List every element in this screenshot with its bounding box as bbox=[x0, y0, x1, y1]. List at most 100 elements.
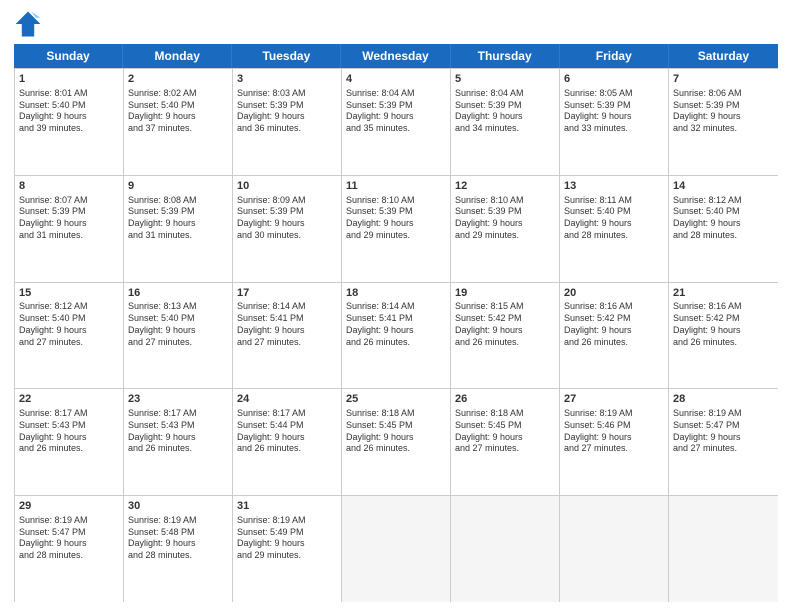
day-info: Sunrise: 8:02 AM Sunset: 5:40 PM Dayligh… bbox=[128, 88, 228, 135]
day-number: 11 bbox=[346, 179, 446, 194]
calendar-row-2: 15Sunrise: 8:12 AM Sunset: 5:40 PM Dayli… bbox=[15, 283, 778, 390]
day-info: Sunrise: 8:05 AM Sunset: 5:39 PM Dayligh… bbox=[564, 88, 664, 135]
day-info: Sunrise: 8:17 AM Sunset: 5:43 PM Dayligh… bbox=[19, 408, 119, 455]
day-info: Sunrise: 8:19 AM Sunset: 5:46 PM Dayligh… bbox=[564, 408, 664, 455]
weekday-header-sunday: Sunday bbox=[14, 44, 123, 68]
calendar-cell-28: 28Sunrise: 8:19 AM Sunset: 5:47 PM Dayli… bbox=[669, 389, 778, 495]
day-info: Sunrise: 8:13 AM Sunset: 5:40 PM Dayligh… bbox=[128, 301, 228, 348]
weekday-header-saturday: Saturday bbox=[669, 44, 778, 68]
calendar-cell-20: 20Sunrise: 8:16 AM Sunset: 5:42 PM Dayli… bbox=[560, 283, 669, 389]
page: SundayMondayTuesdayWednesdayThursdayFrid… bbox=[0, 0, 792, 612]
calendar-cell-23: 23Sunrise: 8:17 AM Sunset: 5:43 PM Dayli… bbox=[124, 389, 233, 495]
day-number: 15 bbox=[19, 286, 119, 301]
day-number: 8 bbox=[19, 179, 119, 194]
weekday-header-thursday: Thursday bbox=[451, 44, 560, 68]
day-info: Sunrise: 8:08 AM Sunset: 5:39 PM Dayligh… bbox=[128, 195, 228, 242]
day-info: Sunrise: 8:10 AM Sunset: 5:39 PM Dayligh… bbox=[346, 195, 446, 242]
calendar-cell-8: 8Sunrise: 8:07 AM Sunset: 5:39 PM Daylig… bbox=[15, 176, 124, 282]
calendar-cell-26: 26Sunrise: 8:18 AM Sunset: 5:45 PM Dayli… bbox=[451, 389, 560, 495]
day-number: 28 bbox=[673, 392, 774, 407]
calendar-cell-18: 18Sunrise: 8:14 AM Sunset: 5:41 PM Dayli… bbox=[342, 283, 451, 389]
day-number: 5 bbox=[455, 72, 555, 87]
day-info: Sunrise: 8:16 AM Sunset: 5:42 PM Dayligh… bbox=[673, 301, 774, 348]
day-info: Sunrise: 8:14 AM Sunset: 5:41 PM Dayligh… bbox=[237, 301, 337, 348]
day-number: 30 bbox=[128, 499, 228, 514]
calendar-cell-27: 27Sunrise: 8:19 AM Sunset: 5:46 PM Dayli… bbox=[560, 389, 669, 495]
day-number: 22 bbox=[19, 392, 119, 407]
day-info: Sunrise: 8:14 AM Sunset: 5:41 PM Dayligh… bbox=[346, 301, 446, 348]
weekday-header-tuesday: Tuesday bbox=[232, 44, 341, 68]
day-number: 21 bbox=[673, 286, 774, 301]
day-number: 19 bbox=[455, 286, 555, 301]
calendar-cell-3: 3Sunrise: 8:03 AM Sunset: 5:39 PM Daylig… bbox=[233, 69, 342, 175]
calendar-row-1: 8Sunrise: 8:07 AM Sunset: 5:39 PM Daylig… bbox=[15, 176, 778, 283]
calendar-row-0: 1Sunrise: 8:01 AM Sunset: 5:40 PM Daylig… bbox=[15, 69, 778, 176]
day-info: Sunrise: 8:19 AM Sunset: 5:49 PM Dayligh… bbox=[237, 515, 337, 562]
day-number: 18 bbox=[346, 286, 446, 301]
calendar-cell-29: 29Sunrise: 8:19 AM Sunset: 5:47 PM Dayli… bbox=[15, 496, 124, 602]
day-info: Sunrise: 8:09 AM Sunset: 5:39 PM Dayligh… bbox=[237, 195, 337, 242]
day-info: Sunrise: 8:06 AM Sunset: 5:39 PM Dayligh… bbox=[673, 88, 774, 135]
calendar-cell-15: 15Sunrise: 8:12 AM Sunset: 5:40 PM Dayli… bbox=[15, 283, 124, 389]
weekday-header-monday: Monday bbox=[123, 44, 232, 68]
day-number: 23 bbox=[128, 392, 228, 407]
calendar-cell-19: 19Sunrise: 8:15 AM Sunset: 5:42 PM Dayli… bbox=[451, 283, 560, 389]
calendar-cell-17: 17Sunrise: 8:14 AM Sunset: 5:41 PM Dayli… bbox=[233, 283, 342, 389]
day-info: Sunrise: 8:17 AM Sunset: 5:43 PM Dayligh… bbox=[128, 408, 228, 455]
calendar-cell-9: 9Sunrise: 8:08 AM Sunset: 5:39 PM Daylig… bbox=[124, 176, 233, 282]
day-number: 9 bbox=[128, 179, 228, 194]
day-info: Sunrise: 8:16 AM Sunset: 5:42 PM Dayligh… bbox=[564, 301, 664, 348]
calendar-cell-16: 16Sunrise: 8:13 AM Sunset: 5:40 PM Dayli… bbox=[124, 283, 233, 389]
calendar-cell-11: 11Sunrise: 8:10 AM Sunset: 5:39 PM Dayli… bbox=[342, 176, 451, 282]
calendar-cell-5: 5Sunrise: 8:04 AM Sunset: 5:39 PM Daylig… bbox=[451, 69, 560, 175]
day-info: Sunrise: 8:12 AM Sunset: 5:40 PM Dayligh… bbox=[19, 301, 119, 348]
calendar-cell-14: 14Sunrise: 8:12 AM Sunset: 5:40 PM Dayli… bbox=[669, 176, 778, 282]
calendar-cell-24: 24Sunrise: 8:17 AM Sunset: 5:44 PM Dayli… bbox=[233, 389, 342, 495]
day-info: Sunrise: 8:07 AM Sunset: 5:39 PM Dayligh… bbox=[19, 195, 119, 242]
day-info: Sunrise: 8:10 AM Sunset: 5:39 PM Dayligh… bbox=[455, 195, 555, 242]
day-number: 1 bbox=[19, 72, 119, 87]
weekday-header-friday: Friday bbox=[560, 44, 669, 68]
day-info: Sunrise: 8:04 AM Sunset: 5:39 PM Dayligh… bbox=[455, 88, 555, 135]
weekday-header-wednesday: Wednesday bbox=[341, 44, 450, 68]
calendar-cell-21: 21Sunrise: 8:16 AM Sunset: 5:42 PM Dayli… bbox=[669, 283, 778, 389]
calendar-cell-1: 1Sunrise: 8:01 AM Sunset: 5:40 PM Daylig… bbox=[15, 69, 124, 175]
day-number: 31 bbox=[237, 499, 337, 514]
calendar-cell-22: 22Sunrise: 8:17 AM Sunset: 5:43 PM Dayli… bbox=[15, 389, 124, 495]
calendar-cell-25: 25Sunrise: 8:18 AM Sunset: 5:45 PM Dayli… bbox=[342, 389, 451, 495]
calendar-cell-4: 4Sunrise: 8:04 AM Sunset: 5:39 PM Daylig… bbox=[342, 69, 451, 175]
day-info: Sunrise: 8:03 AM Sunset: 5:39 PM Dayligh… bbox=[237, 88, 337, 135]
day-number: 3 bbox=[237, 72, 337, 87]
day-number: 16 bbox=[128, 286, 228, 301]
day-number: 12 bbox=[455, 179, 555, 194]
day-number: 4 bbox=[346, 72, 446, 87]
day-info: Sunrise: 8:19 AM Sunset: 5:47 PM Dayligh… bbox=[19, 515, 119, 562]
day-number: 10 bbox=[237, 179, 337, 194]
day-info: Sunrise: 8:15 AM Sunset: 5:42 PM Dayligh… bbox=[455, 301, 555, 348]
day-number: 20 bbox=[564, 286, 664, 301]
calendar-cell-6: 6Sunrise: 8:05 AM Sunset: 5:39 PM Daylig… bbox=[560, 69, 669, 175]
day-info: Sunrise: 8:11 AM Sunset: 5:40 PM Dayligh… bbox=[564, 195, 664, 242]
logo bbox=[14, 10, 46, 38]
calendar: SundayMondayTuesdayWednesdayThursdayFrid… bbox=[14, 44, 778, 602]
day-info: Sunrise: 8:18 AM Sunset: 5:45 PM Dayligh… bbox=[455, 408, 555, 455]
day-number: 6 bbox=[564, 72, 664, 87]
day-info: Sunrise: 8:19 AM Sunset: 5:47 PM Dayligh… bbox=[673, 408, 774, 455]
calendar-cell-12: 12Sunrise: 8:10 AM Sunset: 5:39 PM Dayli… bbox=[451, 176, 560, 282]
calendar-header: SundayMondayTuesdayWednesdayThursdayFrid… bbox=[14, 44, 778, 68]
day-number: 14 bbox=[673, 179, 774, 194]
day-number: 7 bbox=[673, 72, 774, 87]
calendar-cell-10: 10Sunrise: 8:09 AM Sunset: 5:39 PM Dayli… bbox=[233, 176, 342, 282]
day-number: 29 bbox=[19, 499, 119, 514]
day-info: Sunrise: 8:12 AM Sunset: 5:40 PM Dayligh… bbox=[673, 195, 774, 242]
day-info: Sunrise: 8:04 AM Sunset: 5:39 PM Dayligh… bbox=[346, 88, 446, 135]
logo-icon bbox=[14, 10, 42, 38]
calendar-cell-empty bbox=[560, 496, 669, 602]
calendar-cell-2: 2Sunrise: 8:02 AM Sunset: 5:40 PM Daylig… bbox=[124, 69, 233, 175]
header bbox=[14, 10, 778, 38]
day-number: 25 bbox=[346, 392, 446, 407]
calendar-cell-empty bbox=[342, 496, 451, 602]
day-number: 27 bbox=[564, 392, 664, 407]
calendar-cell-empty bbox=[451, 496, 560, 602]
calendar-cell-13: 13Sunrise: 8:11 AM Sunset: 5:40 PM Dayli… bbox=[560, 176, 669, 282]
